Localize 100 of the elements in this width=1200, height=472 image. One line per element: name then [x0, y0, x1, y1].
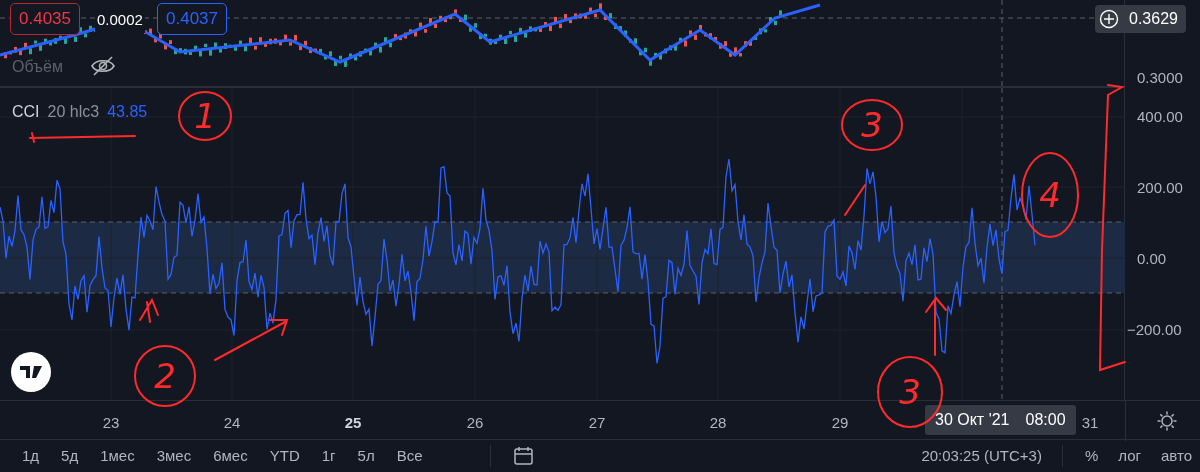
logo-icon[interactable]: [11, 352, 51, 392]
candle: [239, 40, 242, 45]
bid-price[interactable]: 0.4035: [10, 3, 80, 35]
candle: [34, 40, 37, 44]
candle: [609, 13, 612, 19]
candle: [164, 43, 167, 50]
cci-axis-label: 400.00: [1137, 109, 1183, 124]
time-axis-label: 24: [223, 413, 241, 433]
indicator-name: CCI: [12, 102, 40, 122]
candle: [739, 53, 742, 57]
clock-text: 20:03:25 (UTC+3): [921, 445, 1042, 466]
candle: [679, 37, 682, 42]
range-button[interactable]: YTD: [269, 444, 300, 468]
candle: [169, 40, 172, 44]
candle: [74, 36, 77, 42]
annotation-circle: [178, 91, 232, 141]
range-button[interactable]: 5д: [61, 444, 79, 468]
candle: [684, 40, 687, 47]
candle: [209, 49, 212, 56]
candle: [364, 48, 367, 53]
range-button[interactable]: 1г: [321, 444, 336, 468]
candle: [24, 42, 27, 48]
candle: [774, 20, 777, 26]
candle: [199, 50, 202, 57]
candle: [719, 43, 722, 49]
candle: [89, 25, 92, 32]
candle: [489, 38, 492, 45]
candle: [409, 29, 412, 34]
range-button[interactable]: 6мес: [213, 444, 248, 468]
candle: [234, 44, 237, 51]
candle: [204, 43, 207, 48]
candle: [694, 34, 697, 40]
settings-icon[interactable]: [1156, 410, 1178, 432]
arrow-mark: [925, 296, 947, 356]
candle: [384, 37, 387, 43]
candle: [769, 17, 772, 23]
annotation-number: 3: [861, 105, 883, 145]
time-axis-label: 28: [709, 413, 727, 433]
annotation-circle: [841, 99, 903, 151]
candle: [544, 22, 547, 26]
candle: [329, 51, 332, 57]
price-axis-label: 0.3000: [1137, 70, 1183, 85]
candle: [309, 47, 312, 54]
candle: [379, 46, 382, 53]
candle: [44, 38, 47, 44]
add-icon[interactable]: [1099, 9, 1119, 29]
candle: [479, 33, 482, 40]
candle: [324, 55, 327, 60]
volume-label: Объём: [12, 57, 63, 77]
candle: [474, 23, 477, 28]
time-axis-label: 25: [344, 413, 362, 433]
slash-mark: [844, 184, 866, 216]
range-button[interactable]: 5л: [357, 444, 375, 468]
candle: [779, 10, 782, 16]
candle: [674, 44, 677, 51]
range-button[interactable]: 1д: [22, 444, 40, 468]
candle: [589, 7, 592, 14]
candle: [359, 51, 362, 57]
candle: [354, 54, 357, 61]
scale-option[interactable]: %: [1084, 444, 1099, 468]
candle: [374, 42, 377, 47]
candle: [649, 59, 652, 66]
candle: [704, 32, 707, 37]
indicator-params: 20 hlc3: [47, 102, 100, 122]
candle: [294, 34, 297, 41]
candle: [624, 30, 627, 37]
calendar-icon[interactable]: [513, 446, 535, 466]
candle: [339, 55, 342, 60]
candle: [319, 48, 322, 55]
crosshair-time: 08:00: [1025, 410, 1066, 430]
scale-option[interactable]: авто: [1160, 444, 1192, 468]
candle: [619, 26, 622, 30]
candle: [664, 48, 667, 54]
ask-price[interactable]: 0.4037: [157, 3, 227, 35]
candle: [524, 32, 527, 38]
scale-option[interactable]: лог: [1118, 444, 1141, 468]
range-button[interactable]: 3мес: [156, 444, 192, 468]
candle: [459, 18, 462, 22]
crosshair-date: 30 Окт '21: [935, 410, 1010, 430]
candle: [414, 31, 417, 37]
candle: [59, 35, 62, 40]
candle: [714, 36, 717, 41]
hidden-eye-icon[interactable]: [90, 55, 116, 77]
range-button[interactable]: Все: [396, 444, 423, 468]
candle: [289, 42, 292, 46]
candle: [454, 9, 457, 16]
candle: [559, 23, 562, 29]
candle: [574, 13, 577, 20]
candle: [669, 45, 672, 51]
candle: [444, 16, 447, 23]
time-axis-label: 26: [466, 413, 484, 433]
range-button[interactable]: 1мес: [100, 444, 135, 468]
candle: [734, 47, 737, 54]
candle: [349, 53, 352, 58]
cci-axis-label: 0.00: [1137, 251, 1167, 266]
candle: [744, 41, 747, 47]
candle: [484, 33, 487, 37]
candle: [194, 45, 197, 51]
candle: [389, 42, 392, 48]
candle: [259, 37, 262, 44]
